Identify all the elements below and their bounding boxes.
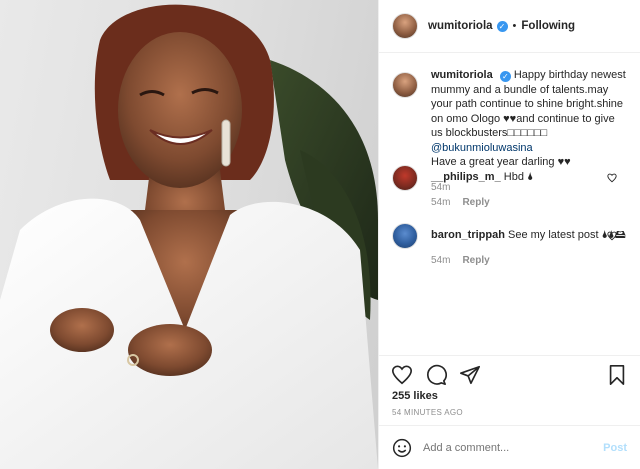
emoji-icon[interactable] <box>392 438 412 458</box>
post-header: wumitoriola ✓ • Following <box>379 0 640 53</box>
author-username[interactable]: wumitoriola <box>428 20 493 32</box>
reply-button[interactable]: Reply <box>462 197 489 208</box>
verified-badge-icon: ✓ <box>496 20 508 32</box>
comment-button[interactable] <box>423 362 449 388</box>
verified-badge-icon: ✓ <box>499 71 511 82</box>
comment-username[interactable]: __philips_m_ <box>431 171 501 183</box>
author-avatar[interactable] <box>392 13 418 39</box>
comment-input[interactable] <box>423 441 604 454</box>
share-button[interactable] <box>457 362 483 388</box>
commenter-avatar[interactable] <box>392 165 418 191</box>
post-photo-illustration <box>0 4 378 469</box>
comment-like-heart-icon[interactable] <box>607 173 617 183</box>
caption-username[interactable]: wumitoriola <box>431 69 493 81</box>
comment-icon <box>427 364 447 385</box>
bookmark-icon <box>609 365 625 385</box>
post-comment-button[interactable]: Post <box>603 442 627 454</box>
post-photo[interactable] <box>0 0 378 469</box>
separator-dot: • <box>512 20 517 32</box>
save-button[interactable] <box>604 362 630 388</box>
comment-text: Hbd 🌢 <box>503 171 534 183</box>
comment-item: __philips_m_ Hbd 🌢 54m Reply <box>392 165 627 210</box>
comment-timestamp[interactable]: 54m <box>431 255 450 266</box>
share-icon <box>460 365 480 385</box>
likes-count[interactable]: 255 likes <box>392 390 438 402</box>
post-details-panel: wumitoriola ✓ • Following wumitoriola ✓ … <box>378 0 640 469</box>
comment-like-heart-icon[interactable] <box>607 231 617 241</box>
comment-timestamp[interactable]: 54m <box>431 197 450 208</box>
comment-username[interactable]: baron_trippah <box>431 229 505 241</box>
comment-item: baron_trippah See my latest post 🌢🌢🖴 54m… <box>392 223 627 268</box>
post-actions-bar <box>379 355 640 387</box>
heart-icon <box>392 365 412 385</box>
commenter-avatar[interactable] <box>392 223 418 249</box>
caption-mention-link[interactable]: @bukunmioluwasina <box>431 141 627 156</box>
comment-composer: Post <box>379 425 640 469</box>
post-time-ago[interactable]: 54 MINUTES AGO <box>392 408 463 417</box>
caption-author-avatar[interactable] <box>392 72 418 98</box>
following-button[interactable]: Following <box>521 20 575 32</box>
reply-button[interactable]: Reply <box>462 255 489 266</box>
like-button[interactable] <box>389 362 415 388</box>
